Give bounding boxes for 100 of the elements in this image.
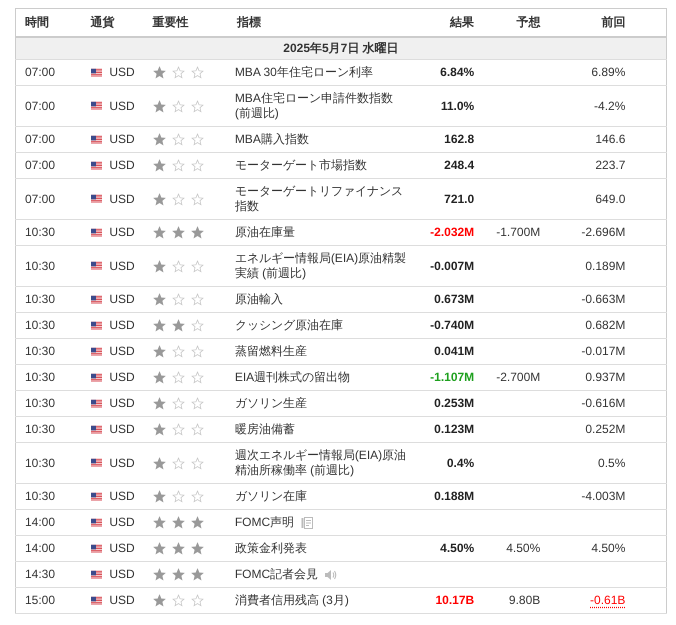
star-icon xyxy=(152,371,166,384)
indicator-name[interactable]: ガソリン生産 xyxy=(234,396,307,411)
time-text: 10:30 xyxy=(25,258,56,272)
star-icon xyxy=(152,192,166,206)
actual-value: 0.123M xyxy=(434,422,474,436)
actual-value: 0.041M xyxy=(434,344,474,358)
currency-code: USD xyxy=(109,132,135,147)
time-text: 10:30 xyxy=(25,292,56,306)
time-text: 10:30 xyxy=(25,422,56,436)
star-icon xyxy=(152,423,166,436)
indicator-name[interactable]: FOMC声明 xyxy=(234,515,294,530)
forecast-value: -1.700M xyxy=(496,225,540,239)
flag-icon xyxy=(90,134,102,144)
flag-icon xyxy=(90,458,102,468)
time-text: 07:00 xyxy=(25,98,56,112)
star-icon xyxy=(172,260,185,272)
time-text: 10:30 xyxy=(25,370,56,384)
column-header: 予想 xyxy=(516,15,540,29)
indicator-name[interactable]: 週次エネルギー情報局(EIA)原油精油所稼働率 (前週比) xyxy=(234,448,412,478)
indicator-name[interactable]: エネルギー情報局(EIA)原油精製実績 (前週比) xyxy=(234,251,412,281)
star-icon xyxy=(172,293,185,306)
column-header: 結果 xyxy=(450,15,474,29)
actual-value: 0.4% xyxy=(446,456,474,470)
forecast-value: 4.50% xyxy=(506,541,540,555)
star-icon xyxy=(190,423,204,436)
flag-icon xyxy=(90,160,102,170)
star-icon xyxy=(172,192,185,206)
currency-code: USD xyxy=(109,225,135,240)
flag-icon xyxy=(90,68,102,78)
star-icon xyxy=(152,456,166,470)
indicator-name[interactable]: ガソリン在庫 xyxy=(234,489,307,504)
star-icon xyxy=(152,260,166,272)
flag-icon xyxy=(90,544,102,554)
star-icon xyxy=(172,345,185,358)
currency-code: USD xyxy=(109,344,135,359)
star-icon xyxy=(172,319,185,332)
flag-icon xyxy=(90,424,102,434)
currency-code: USD xyxy=(109,396,135,411)
actual-value: 11.0% xyxy=(440,98,474,112)
indicator-name[interactable]: EIA週刊株式の留出物 xyxy=(234,370,350,385)
star-icon xyxy=(152,226,166,239)
actual-value: 10.17B xyxy=(435,593,474,607)
star-icon xyxy=(172,423,185,436)
indicator-name[interactable]: MBA購入指数 xyxy=(234,132,309,147)
star-icon xyxy=(152,100,166,112)
indicator-name[interactable]: 蒸留燃料生産 xyxy=(234,344,307,359)
previous-value: 0.252M xyxy=(585,422,626,436)
previous-value: -0.616M xyxy=(581,396,626,410)
star-icon xyxy=(152,397,166,410)
currency-code: USD xyxy=(109,489,135,504)
star-icon xyxy=(152,293,166,306)
currency-code: USD xyxy=(109,567,135,582)
currency-code: USD xyxy=(109,318,135,333)
flag-icon xyxy=(90,261,102,271)
star-icon xyxy=(152,542,166,555)
star-icon xyxy=(172,456,185,470)
star-icon xyxy=(190,516,204,529)
time-text: 10:30 xyxy=(25,318,56,332)
indicator-name[interactable]: 原油輸入 xyxy=(234,292,283,307)
previous-value: -0.663M xyxy=(581,292,626,306)
indicator-name[interactable]: 政策金利発表 xyxy=(234,541,307,556)
date-heading: 2025年5月7日 水曜日 xyxy=(283,41,399,55)
previous-value: 0.682M xyxy=(585,318,626,332)
star-icon xyxy=(190,260,204,272)
currency-code: USD xyxy=(109,541,135,556)
indicator-name[interactable]: MBA住宅ローン申請件数指数 (前週比) xyxy=(234,91,412,121)
star-icon xyxy=(172,490,185,503)
flag-icon xyxy=(90,194,102,204)
indicator-name[interactable]: 消費者信用残高 (3月) xyxy=(234,593,349,608)
indicator-name[interactable]: 暖房油備蓄 xyxy=(234,422,295,437)
star-icon xyxy=(152,490,166,503)
document-icon xyxy=(301,516,314,528)
flag-icon xyxy=(90,398,102,408)
star-icon xyxy=(152,345,166,358)
actual-value: 4.50% xyxy=(440,541,474,555)
indicator-name[interactable]: モーターゲートリファイナンス指数 xyxy=(234,184,412,214)
previous-value: 4.50% xyxy=(591,541,626,555)
indicator-name[interactable]: MBA 30年住宅ローン利率 xyxy=(234,65,373,80)
indicator-name[interactable]: モーターゲート市場指数 xyxy=(234,158,367,173)
star-icon xyxy=(190,319,204,332)
star-icon xyxy=(172,371,185,384)
indicator-name[interactable]: クッシング原油在庫 xyxy=(234,318,343,333)
indicator-name[interactable]: 原油在庫量 xyxy=(234,225,295,240)
previous-value: 0.5% xyxy=(598,456,626,470)
star-icon xyxy=(152,319,166,332)
star-icon xyxy=(190,345,204,358)
previous-value: -4.003M xyxy=(581,489,626,503)
star-icon xyxy=(190,100,204,112)
star-icon xyxy=(172,133,185,146)
currency-code: USD xyxy=(109,370,135,385)
time-text: 07:00 xyxy=(25,158,56,172)
previous-value: 146.6 xyxy=(595,132,626,146)
time-text: 10:30 xyxy=(25,225,56,239)
flag-icon xyxy=(90,320,102,330)
column-header: 通貨 xyxy=(90,15,115,29)
indicator-name[interactable]: FOMC記者会見 xyxy=(234,567,318,582)
star-icon xyxy=(172,226,185,239)
currency-code: USD xyxy=(109,65,135,80)
column-header: 時間 xyxy=(25,15,49,29)
star-icon xyxy=(190,371,204,384)
